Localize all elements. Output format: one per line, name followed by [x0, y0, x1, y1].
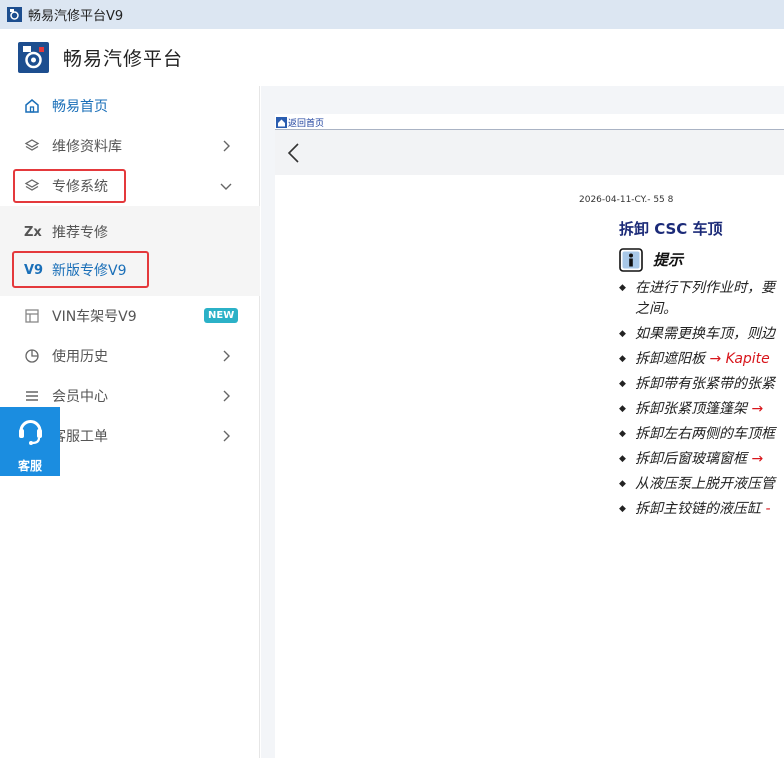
- chevron-right-icon: [223, 430, 230, 442]
- list-item: 拆卸后窗玻璃窗框 →: [619, 450, 784, 469]
- list-item: 如果需更换车顶，则边: [619, 325, 784, 344]
- list-item: 拆卸左右两侧的车顶框: [619, 425, 784, 444]
- doc-title: 拆卸 CSC 车顶: [619, 220, 723, 238]
- sidebar-item-label: 会员中心: [52, 389, 108, 405]
- layers-icon: [24, 179, 40, 191]
- sidebar-item-label: 维修资料库: [52, 139, 122, 155]
- chevron-right-icon: [223, 140, 230, 152]
- info-icon: [619, 248, 643, 272]
- doc-toolbar: [275, 130, 784, 175]
- list-item: 从液压泵上脱开液压管: [619, 475, 784, 494]
- sidebar-item-vin[interactable]: VIN车架号V9 NEW: [0, 296, 260, 336]
- customer-service-label: 客服: [17, 459, 42, 473]
- layers-icon: [24, 139, 40, 151]
- headset-icon: [19, 420, 42, 445]
- sidebar-item-label: 畅易首页: [52, 99, 108, 115]
- home-icon: [25, 99, 39, 113]
- list-item-continuation: 之间。: [635, 301, 677, 317]
- new-badge: NEW: [204, 308, 239, 323]
- sidebar-item-label: 客服工单: [52, 429, 108, 445]
- doc-code: 2026-04-11-CY.- 55 8: [579, 195, 674, 205]
- app-logo-icon: [7, 7, 22, 22]
- chevron-down-icon: [220, 183, 232, 190]
- list-item: 拆卸带有张紧带的张紧: [619, 375, 784, 394]
- sidebar-item-label: 专修系统: [52, 179, 108, 195]
- list-item: 拆卸张紧顶篷篷架 →: [619, 400, 784, 419]
- main-content: 返回首页 2026-04-11-CY.- 55 8 拆卸 CSC 车顶 提示 在…: [261, 86, 784, 758]
- table-icon: [25, 309, 39, 323]
- window-titlebar: 畅易汽修平台V9: [0, 0, 784, 29]
- list-item: 拆卸遮阳板 → Kapite: [619, 350, 784, 369]
- list-item: 在进行下列作业时，要: [619, 279, 784, 298]
- sidebar-item-label: 使用历史: [52, 349, 108, 365]
- submenu-label: 推荐专修: [52, 225, 108, 241]
- back-home-link[interactable]: 返回首页: [276, 116, 324, 129]
- back-home-label: 返回首页: [288, 119, 325, 129]
- submenu-tag: V9: [24, 262, 44, 278]
- list-item: 拆卸主铰链的液压缸 -: [619, 500, 784, 519]
- brand-header: 畅易汽修平台: [0, 29, 784, 86]
- customer-service-button[interactable]: 客服: [0, 407, 60, 476]
- pie-chart-icon: [25, 349, 39, 363]
- submenu-item-recommended[interactable]: Zx 推荐专修: [0, 214, 260, 250]
- sidebar-item-repair-library[interactable]: 维修资料库: [0, 126, 260, 166]
- chevron-right-icon: [223, 350, 230, 362]
- brand-name: 畅易汽修平台: [63, 48, 184, 70]
- chevron-left-icon[interactable]: [285, 142, 303, 164]
- submenu-label: 新版专修V9: [52, 263, 127, 279]
- brand-logo-icon: [18, 42, 49, 73]
- tip-title: 提示: [653, 251, 684, 269]
- chevron-right-icon: [223, 390, 230, 402]
- sidebar-item-history[interactable]: 使用历史: [0, 336, 260, 376]
- sidebar-item-special-repair[interactable]: 专修系统: [0, 166, 260, 206]
- window-title: 畅易汽修平台V9: [28, 9, 124, 24]
- tip-bullet-list: 在进行下列作业时，要 之间。 如果需更换车顶，则边 拆卸遮阳板 → Kapite…: [619, 279, 784, 519]
- submenu-tag: Zx: [24, 224, 42, 240]
- home-icon: [276, 117, 287, 128]
- submenu-item-v9[interactable]: V9 新版专修V9: [0, 252, 260, 288]
- menu-icon: [26, 391, 38, 401]
- sidebar-item-label: VIN车架号V9: [52, 309, 137, 325]
- sidebar-item-home[interactable]: 畅易首页: [0, 86, 260, 126]
- document-frame: 返回首页 2026-04-11-CY.- 55 8 拆卸 CSC 车顶 提示 在…: [275, 114, 784, 758]
